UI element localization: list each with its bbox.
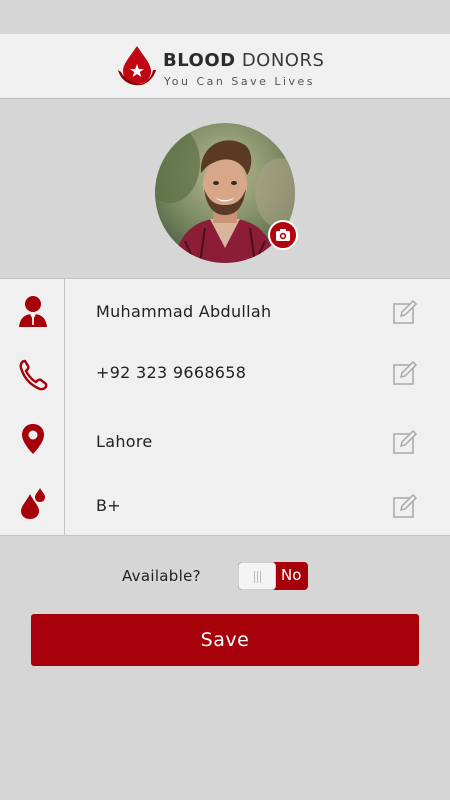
user-icon [19, 296, 47, 327]
edit-pencil-icon[interactable] [392, 429, 418, 455]
toggle-state-label: No [281, 566, 302, 584]
name-field: Muhammad Abdullah [96, 302, 272, 321]
blood-group-row[interactable]: B+ [0, 471, 450, 536]
camera-icon [276, 229, 290, 241]
blood-drop-logo-icon [118, 46, 156, 86]
status-bar-area [0, 0, 450, 34]
save-button[interactable]: Save [31, 614, 419, 666]
blood-drops-icon [21, 488, 45, 519]
availability-toggle[interactable]: No [238, 562, 308, 590]
edit-pencil-icon[interactable] [392, 493, 418, 519]
edit-pencil-icon[interactable] [392, 299, 418, 325]
phone-icon [19, 359, 48, 391]
change-photo-button[interactable] [268, 220, 298, 250]
location-pin-icon [22, 424, 44, 454]
phone-row[interactable]: +92 323 9668658 [0, 343, 450, 408]
blood-group-field: B+ [96, 495, 121, 515]
toggle-knob[interactable] [238, 562, 276, 590]
brand-tagline: You Can Save Lives [164, 75, 316, 88]
app-header: BLOOD DONORS You Can Save Lives [0, 34, 450, 99]
edit-pencil-icon[interactable] [392, 360, 418, 386]
brand-title: BLOOD DONORS [163, 50, 325, 71]
city-field: Lahore [96, 431, 153, 451]
profile-photo-section [155, 123, 298, 263]
name-row[interactable]: Muhammad Abdullah [0, 278, 450, 345]
phone-field: +92 323 9668658 [96, 362, 247, 382]
availability-label: Available? [122, 567, 201, 585]
city-row[interactable]: Lahore [0, 407, 450, 472]
